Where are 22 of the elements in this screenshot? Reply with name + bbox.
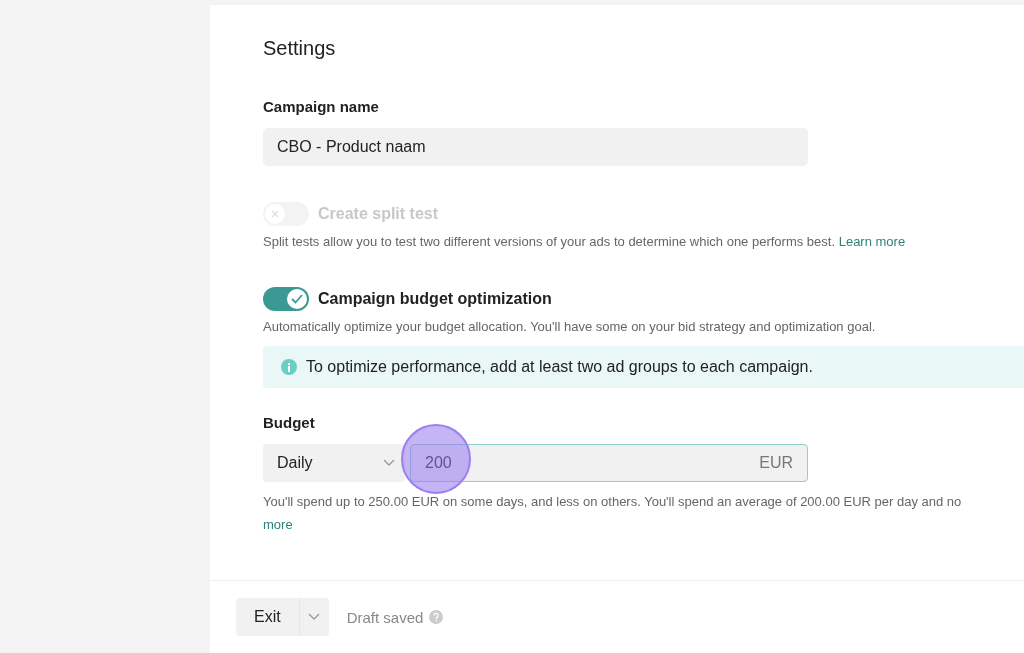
caret-icon — [383, 459, 395, 467]
caret-icon — [308, 613, 321, 621]
field-label: Budget — [263, 414, 316, 431]
info-icon — [281, 359, 297, 375]
check-icon — [291, 294, 303, 304]
budget-help-text: You'll spend up to 250.00 EUR on some days, and less on others. You'll spend an average of 200.00 EUR per day and no more — [263, 493, 963, 534]
field-label: Campaign name — [263, 98, 380, 115]
draft-status: Draft saved — [346, 608, 424, 626]
close-icon — [271, 210, 279, 218]
exit-button[interactable]: Exit — [236, 598, 299, 636]
campaign-name-field[interactable]: CBO - Product naam — [263, 128, 808, 166]
budget-amount-field[interactable]: 200 EUR — [410, 444, 808, 482]
toggle-label: Campaign budget optimization — [318, 290, 552, 308]
exit-menu-button[interactable] — [298, 598, 329, 636]
budget-period-select[interactable]: Daily — [263, 444, 405, 482]
settings-title: Settings — [263, 37, 337, 60]
toggle-description: Split tests allow you to test two different versions of your ads to determine which one performs best. Learn more — [263, 234, 907, 249]
toggle-description: Automatically optimize your budget allocation. You'll have some on your bid strategy and optimization goal. — [263, 319, 877, 334]
info-text: To optimize performance, add at least two ad groups to each campaign. — [306, 358, 813, 376]
help-icon — [429, 610, 444, 624]
toggle-switch[interactable] — [263, 287, 309, 311]
learn-more-link[interactable]: more — [263, 517, 293, 532]
